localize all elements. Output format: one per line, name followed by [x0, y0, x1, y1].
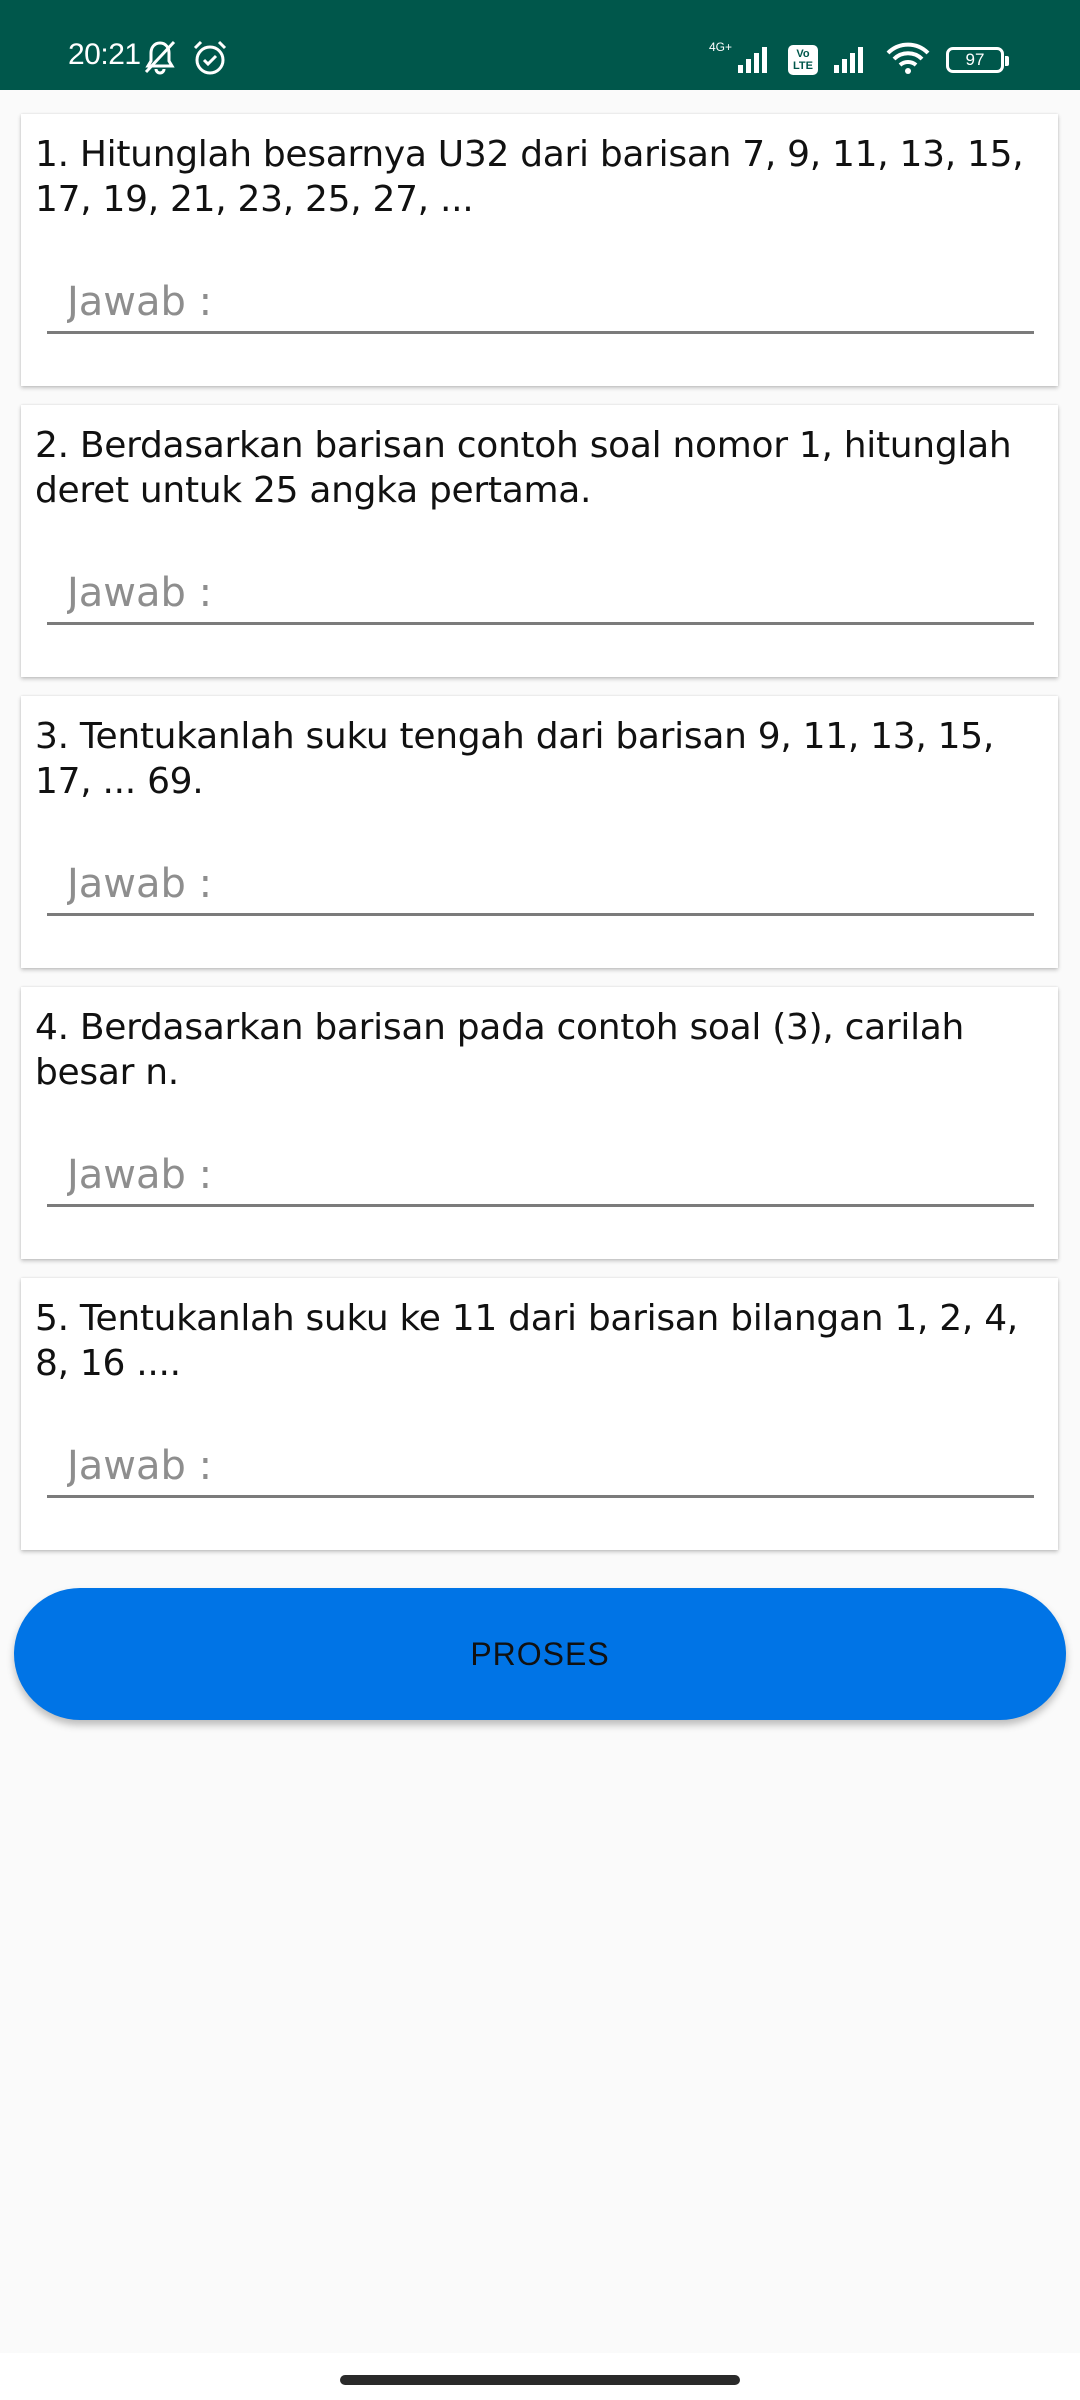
signal-icon	[736, 43, 774, 78]
status-time: 20:21	[68, 38, 141, 71]
battery-level: 97	[965, 50, 985, 69]
battery-icon: 97	[946, 47, 1009, 73]
proses-button[interactable]: PROSES	[14, 1588, 1066, 1720]
question-text: 1. Hitunglah besarnya U32 dari barisan 7…	[35, 134, 1024, 220]
volte-bottom-label: LTE	[793, 60, 813, 72]
question-text: 5. Tentukanlah suku ke 11 dari barisan b…	[35, 1298, 1018, 1384]
wifi-icon	[884, 41, 932, 80]
signal-icon	[832, 43, 870, 78]
question-text: 4. Berdasarkan barisan pada contoh soal …	[35, 1007, 965, 1093]
volte-top-label: Vo	[796, 48, 810, 60]
status-bar: 20:21 4G+ Vo LTE 97	[0, 0, 1080, 90]
status-icons: 4G+ Vo LTE 97	[708, 40, 1009, 80]
question-card-5: 5. Tentukanlah suku ke 11 dari barisan b…	[21, 1278, 1058, 1550]
question-card-3: 3. Tentukanlah suku tengah dari barisan …	[21, 696, 1058, 968]
answer-input-5[interactable]	[47, 1436, 1034, 1498]
network-type-label: 4G+	[708, 40, 732, 54]
question-text: 2. Berdasarkan barisan contoh soal nomor…	[35, 425, 1012, 511]
volte-icon: Vo LTE	[788, 45, 818, 75]
muted-bell-icon	[142, 38, 178, 81]
question-text: 3. Tentukanlah suku tengah dari barisan …	[35, 716, 994, 802]
navigation-bar	[0, 2353, 1080, 2400]
home-gesture-handle[interactable]	[340, 2375, 740, 2385]
question-card-4: 4. Berdasarkan barisan pada contoh soal …	[21, 987, 1058, 1259]
question-card-1: 1. Hitunglah besarnya U32 dari barisan 7…	[21, 114, 1058, 386]
alarm-icon	[190, 38, 230, 83]
answer-input-3[interactable]	[47, 854, 1034, 916]
question-card-2: 2. Berdasarkan barisan contoh soal nomor…	[21, 405, 1058, 677]
answer-input-4[interactable]	[47, 1145, 1034, 1207]
answer-input-2[interactable]	[47, 563, 1034, 625]
answer-input-1[interactable]	[47, 272, 1034, 334]
